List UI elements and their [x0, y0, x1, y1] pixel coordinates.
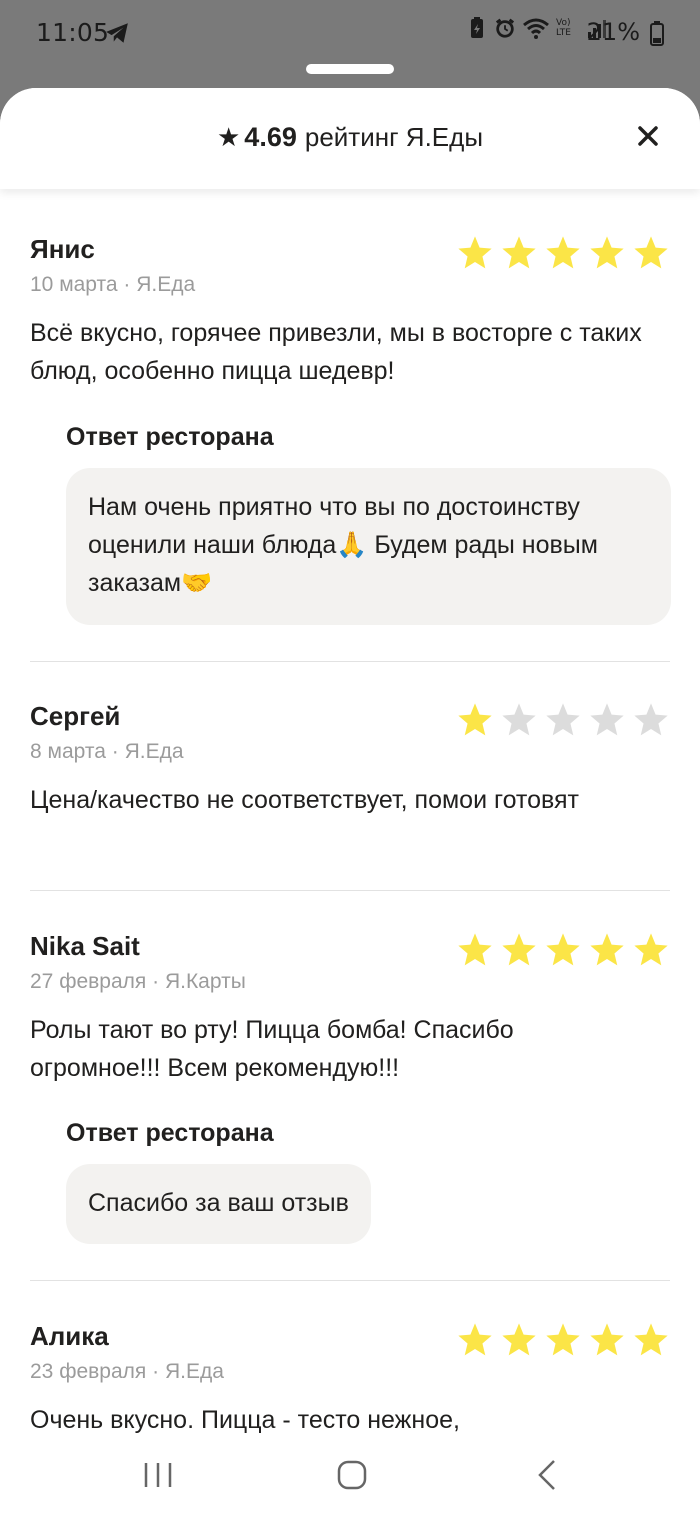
star-icon	[502, 236, 536, 269]
status-time: 11:05	[36, 18, 110, 47]
star-icon	[634, 703, 668, 736]
reply-title: Ответ ресторана	[66, 423, 274, 451]
status-bar: 11:05 Vo) LTE 21%	[0, 0, 700, 74]
star-icon	[502, 933, 536, 966]
sheet-grabber[interactable]	[306, 64, 394, 74]
home-icon[interactable]	[332, 1455, 372, 1495]
review-rating	[456, 1321, 670, 1359]
restaurant-reply: Нам очень приятно что вы по достоинству …	[66, 468, 671, 625]
review-author: Сергей	[30, 701, 121, 731]
star-icon	[634, 1323, 668, 1356]
star-icon	[590, 703, 624, 736]
review-text: Всё вкусно, горячее привезли, мы в восто…	[30, 319, 642, 385]
review-rating	[456, 931, 670, 969]
star-icon	[590, 1323, 624, 1356]
star-icon	[546, 236, 580, 269]
star-icon	[546, 933, 580, 966]
telegram-icon	[106, 23, 128, 43]
battery-saver-icon	[471, 17, 483, 38]
divider	[30, 661, 670, 662]
review-meta: 27 февраля · Я.Карты	[30, 970, 246, 993]
reply-title: Ответ ресторана	[66, 1119, 274, 1147]
divider	[30, 890, 670, 891]
rating-title: ★ 4.69 рейтинг Я.Еды	[0, 122, 700, 153]
divider	[30, 1280, 670, 1281]
rating-label: рейтинг Я.Еды	[304, 122, 483, 152]
star-icon	[634, 236, 668, 269]
star-icon	[502, 703, 536, 736]
recent-apps-icon[interactable]	[138, 1455, 178, 1495]
star-icon	[458, 236, 492, 269]
restaurant-reply: Спасибо за ваш отзыв	[66, 1164, 371, 1244]
system-nav-bar	[0, 1433, 700, 1517]
alarm-icon	[495, 18, 515, 38]
review-author: Nika Sait	[30, 931, 140, 961]
star-icon	[590, 933, 624, 966]
review-text: Ролы тают во рту! Пицца бомба! Спасибо о…	[30, 1016, 514, 1082]
rating-value: 4.69	[244, 122, 297, 152]
review-meta: 10 марта · Я.Еда	[30, 273, 196, 296]
close-icon[interactable]	[636, 124, 660, 148]
review-author: Янис	[30, 234, 95, 264]
star-icon: ★	[216, 122, 241, 152]
star-icon	[546, 1323, 580, 1356]
star-icon	[458, 933, 492, 966]
battery-icon	[650, 21, 664, 46]
review-rating	[456, 701, 670, 739]
review-rating	[456, 234, 670, 272]
star-icon	[458, 1323, 492, 1356]
star-icon	[590, 236, 624, 269]
star-icon	[546, 703, 580, 736]
review-author: Алика	[30, 1321, 109, 1351]
star-icon	[458, 703, 492, 736]
battery-percent: 21%	[586, 18, 640, 46]
star-icon	[634, 933, 668, 966]
review-meta: 23 февраля · Я.Еда	[30, 1360, 224, 1383]
reviews-sheet: ★ 4.69 рейтинг Я.Еды Янис 10 марта · Я.Еда…	[0, 88, 700, 1517]
back-icon[interactable]	[528, 1455, 568, 1495]
review-meta: 8 марта · Я.Еда	[30, 740, 184, 763]
network-label: Vo) LTE	[556, 18, 571, 38]
sheet-header: ★ 4.69 рейтинг Я.Еды	[0, 88, 700, 189]
wifi-icon	[523, 18, 549, 39]
review-text: Цена/качество не соответствует, помои го…	[30, 786, 579, 814]
star-icon	[502, 1323, 536, 1356]
